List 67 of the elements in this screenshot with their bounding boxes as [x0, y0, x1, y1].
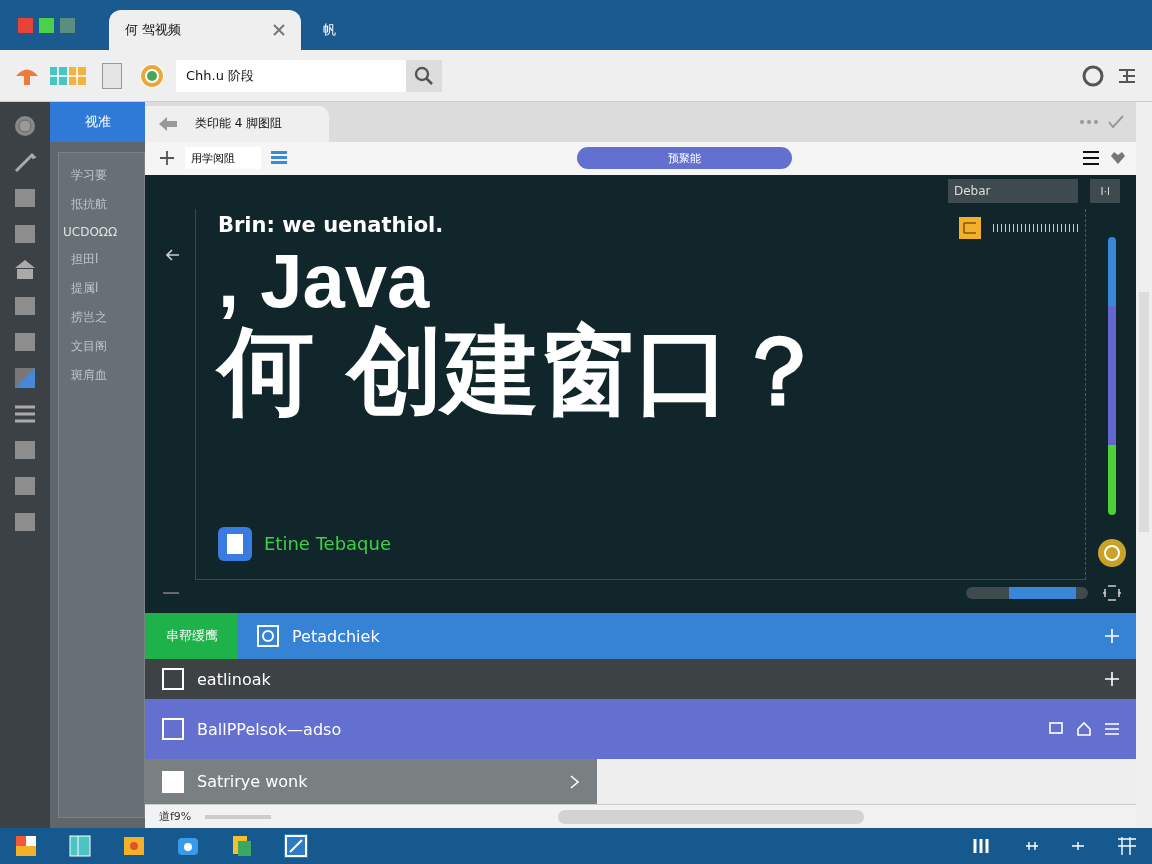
fullscreen-icon[interactable] [1102, 583, 1122, 604]
sidebar-item[interactable]: 提属l [59, 274, 144, 303]
text-field[interactable]: 用学阅阻 [185, 147, 261, 170]
row-label: Petadchiek [292, 626, 380, 646]
start-icon[interactable] [14, 834, 38, 858]
content-tab[interactable]: 类印能 4 脚图阻 [145, 105, 329, 142]
page-icon[interactable] [102, 62, 122, 89]
ruler-icon[interactable] [959, 216, 981, 239]
back-icon [159, 116, 177, 131]
check-icon[interactable] [1108, 114, 1124, 129]
row-label: eatlinoak [197, 669, 271, 689]
maximize-icon[interactable] [39, 17, 54, 33]
sidebar-item[interactable]: 学习要 [59, 161, 144, 190]
house-icon[interactable] [13, 258, 37, 282]
sidebar-item[interactable]: 文目阁 [59, 332, 144, 361]
frame-icon [161, 717, 185, 742]
globe-icon[interactable] [1098, 538, 1126, 567]
list-row[interactable]: BallPPelsok—adso [145, 699, 1136, 760]
sidebar-item[interactable]: 抵抗航 [59, 190, 144, 219]
back-arrow-icon[interactable] [166, 248, 180, 261]
caption: Etine Tebaque [264, 533, 391, 555]
search-button[interactable] [406, 59, 442, 92]
subtitle: Brin: we uenathiol. [218, 212, 444, 237]
minimize-icon[interactable] [163, 592, 179, 595]
menu-icon[interactable] [1082, 151, 1100, 166]
scroll-bar[interactable] [966, 587, 1088, 600]
browser-logo-icon[interactable] [138, 61, 166, 90]
files-icon[interactable] [230, 834, 254, 858]
image-icon[interactable] [13, 366, 37, 390]
list-row[interactable]: eatlinoak [145, 659, 1136, 700]
circle-icon[interactable] [13, 114, 37, 138]
sidebar-item[interactable]: 斑肩血 [59, 361, 144, 390]
status-text: 道f9% [159, 809, 192, 824]
search-icon [414, 65, 434, 86]
add-icon[interactable] [159, 150, 175, 167]
book-icon [218, 526, 252, 561]
heart-icon[interactable] [1110, 151, 1126, 166]
panel-icon[interactable] [68, 834, 92, 858]
dropdown[interactable]: Debar [948, 178, 1078, 203]
list-row[interactable]: 串帮缓鹰 Petadchiek [145, 613, 1136, 660]
wand-icon[interactable] [13, 150, 37, 174]
icon-button[interactable]: I·l [1090, 178, 1120, 203]
sidebar-item[interactable]: 捞岂之 [59, 303, 144, 332]
scroll-bar[interactable] [557, 809, 864, 824]
sidebar-item[interactable]: UCDOΩΩ [59, 219, 144, 245]
more-icon[interactable] [1080, 119, 1098, 124]
list-row[interactable]: Satrirye wonk [145, 759, 597, 805]
minimize-icon[interactable] [60, 17, 75, 33]
network-icon[interactable] [1024, 840, 1040, 852]
browser-tab[interactable]: 何 驾视频 [109, 10, 301, 50]
address-field[interactable]: Chh.u 阶段 [176, 59, 406, 92]
chevron-icon[interactable] [569, 773, 581, 790]
frame-icon [161, 667, 185, 692]
pill-button[interactable]: 预聚能 [577, 147, 792, 170]
editor-icon[interactable] [284, 834, 308, 858]
sidebar-header[interactable]: 视准 [50, 102, 145, 142]
home-icon[interactable] [1076, 721, 1092, 738]
row-label: BallPPelsok—adso [197, 719, 342, 739]
sidebar-item[interactable]: 担田l [59, 245, 144, 274]
stack-icon[interactable] [271, 151, 287, 166]
row-label: Satrirye wonk [197, 772, 308, 792]
browser-tab[interactable]: 帆 [307, 10, 352, 50]
video-title: , Java [218, 242, 431, 319]
tab-label: 类印能 4 脚图阻 [195, 115, 283, 133]
close-icon[interactable] [273, 24, 285, 36]
frame-icon [256, 624, 280, 649]
category-label: 串帮缓鹰 [145, 613, 238, 660]
